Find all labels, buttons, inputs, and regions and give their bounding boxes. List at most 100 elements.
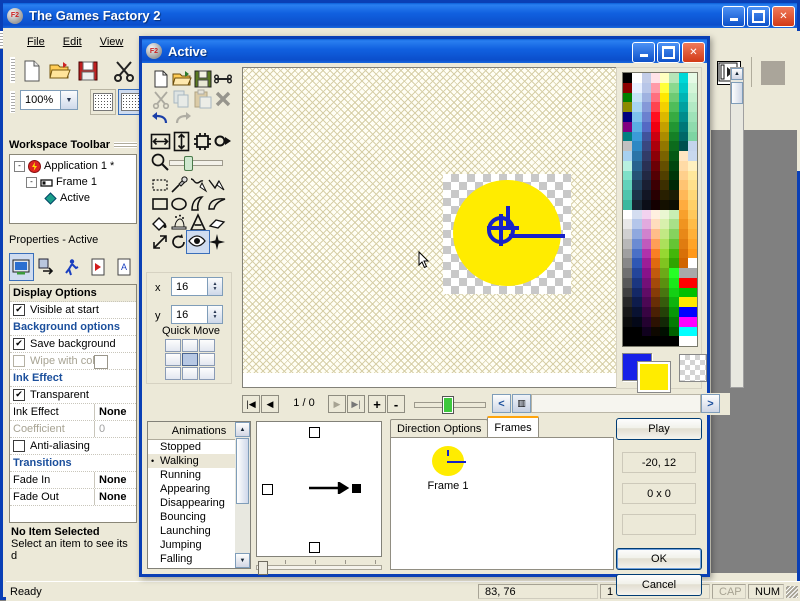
frame-thumbnail-item[interactable]: Frame 1	[413, 446, 483, 492]
property-wipe-with-color[interactable]: Wipe with color	[10, 353, 136, 370]
import-icon[interactable]	[213, 69, 233, 89]
color-swatch-9-0[interactable]	[623, 160, 633, 171]
checkbox-icon[interactable]: ✔	[13, 304, 25, 316]
color-swatch-11-3[interactable]	[650, 180, 660, 190]
ok-button[interactable]: OK	[616, 548, 702, 570]
color-swatch-4-3[interactable]	[650, 112, 660, 122]
flip-horizontal-icon[interactable]	[150, 131, 171, 151]
color-swatch-2-5[interactable]	[669, 92, 679, 103]
color-swatch-4-1[interactable]	[632, 112, 642, 122]
tab-size-position[interactable]	[35, 253, 60, 281]
color-swatch-26-6[interactable]	[678, 326, 688, 337]
color-swatch-5-5[interactable]	[669, 121, 679, 132]
color-swatch-22-0[interactable]	[623, 287, 633, 298]
quick-move-cell-4[interactable]	[182, 353, 198, 366]
color-swatch-7-0[interactable]	[623, 141, 633, 151]
transparent-color-swatch[interactable]	[679, 354, 707, 382]
color-swatch-11-1[interactable]	[632, 180, 642, 190]
color-swatch-18-7[interactable]	[687, 248, 697, 259]
color-swatch-10-4[interactable]	[660, 170, 670, 181]
rotate-icon[interactable]	[213, 131, 233, 151]
color-swatch-19-3[interactable]	[650, 258, 660, 268]
menubar-grip[interactable]	[0, 31, 3, 49]
last-frame-icon[interactable]: ▶|	[347, 395, 365, 413]
sprite-area[interactable]	[443, 174, 571, 294]
color-swatch-1-6[interactable]	[678, 82, 688, 93]
color-swatch-8-3[interactable]	[650, 151, 660, 161]
new-file-icon[interactable]	[20, 59, 44, 83]
canvas-background[interactable]	[243, 68, 679, 373]
workspace-tree[interactable]: - Application 1 * - Frame 1 Active	[9, 154, 137, 224]
maximize-icon[interactable]	[657, 42, 680, 63]
color-swatch-10-3[interactable]	[650, 170, 660, 181]
color-swatch-2-4[interactable]	[660, 92, 670, 103]
add-frame-button[interactable]: +	[368, 395, 386, 413]
color-swatch-26-2[interactable]	[641, 326, 651, 337]
quick-move-grid[interactable]	[165, 339, 217, 380]
color-swatch-24-5[interactable]	[669, 307, 679, 317]
color-swatch-7-4[interactable]	[660, 141, 670, 151]
color-swatch-2-7[interactable]	[687, 92, 697, 103]
color-swatch-17-6[interactable]	[678, 238, 688, 249]
crop-icon[interactable]	[192, 131, 212, 151]
color-swatch-25-5[interactable]	[669, 316, 679, 327]
animations-list[interactable]: Animations Stopped • Walking Running Appe…	[147, 421, 251, 569]
color-swatch-14-1[interactable]	[632, 209, 642, 220]
frames-pane[interactable]: Frame 1	[390, 437, 614, 570]
color-swatch-26-3[interactable]	[650, 326, 660, 337]
tab-text[interactable]: A	[111, 253, 136, 281]
color-swatch-0-0[interactable]	[623, 73, 633, 83]
color-swatch-2-2[interactable]	[641, 92, 651, 103]
color-swatch-9-7[interactable]	[687, 160, 697, 171]
color-swatch-27-1[interactable]	[632, 336, 642, 346]
tree-item-application[interactable]: - Application 1 *	[12, 158, 134, 174]
direction-speed-slider[interactable]	[256, 560, 382, 575]
color-swatch-25-6[interactable]	[678, 316, 688, 327]
color-swatch-24-4[interactable]	[660, 307, 670, 317]
color-swatch-19-2[interactable]	[641, 258, 651, 268]
animations-scrollbar[interactable]: ▲ ▼	[235, 422, 250, 568]
color-swatch-16-2[interactable]	[641, 229, 651, 239]
color-swatch-20-7[interactable]	[687, 268, 697, 278]
color-swatch-7-7[interactable]	[687, 141, 697, 151]
expander-icon[interactable]: -	[26, 176, 37, 188]
color-swatch-8-1[interactable]	[632, 151, 642, 161]
property-fade-out[interactable]: Fade Out None	[10, 489, 136, 506]
zoom-slider-thumb[interactable]	[184, 156, 193, 171]
frame-editor-workarea[interactable]	[711, 130, 797, 573]
color-swatch-11-7[interactable]	[687, 180, 697, 190]
color-swatch-0-5[interactable]	[669, 73, 679, 83]
color-swatch-22-3[interactable]	[650, 287, 660, 298]
color-swatch-2-3[interactable]	[650, 92, 660, 103]
direction-handle-top[interactable]	[309, 427, 320, 438]
color-swatch-26-5[interactable]	[669, 326, 679, 337]
color-swatch-1-3[interactable]	[650, 82, 660, 93]
color-swatch-19-0[interactable]	[623, 258, 633, 268]
color-swatch-23-4[interactable]	[660, 297, 670, 307]
color-swatch-7-3[interactable]	[650, 141, 660, 151]
color-swatch-23-7[interactable]	[687, 297, 697, 307]
color-swatch-14-4[interactable]	[660, 209, 670, 220]
color-swatch-17-7[interactable]	[687, 238, 697, 249]
scroll-up-icon[interactable]: ▲	[731, 68, 743, 80]
color-swatch-3-5[interactable]	[669, 102, 679, 112]
color-swatch-12-0[interactable]	[623, 190, 633, 200]
property-anti-aliasing[interactable]: Anti-aliasing	[10, 438, 136, 455]
quick-move-cell-5[interactable]	[199, 353, 215, 366]
cancel-button[interactable]: Cancel	[616, 574, 702, 596]
first-frame-icon[interactable]: |◀	[242, 395, 260, 413]
color-swatch-4-4[interactable]	[660, 112, 670, 122]
color-swatch-18-0[interactable]	[623, 248, 633, 259]
expander-icon[interactable]: -	[14, 160, 25, 172]
grid-snap-icon[interactable]	[90, 89, 116, 115]
color-swatch-5-2[interactable]	[641, 121, 651, 132]
curve-icon[interactable]	[188, 194, 208, 214]
color-swatch-24-0[interactable]	[623, 307, 633, 317]
color-swatch-14-2[interactable]	[641, 209, 651, 220]
color-swatch-2-6[interactable]	[678, 92, 688, 103]
color-swatch-20-6[interactable]	[678, 268, 688, 278]
scroll-thumb-icon[interactable]: ▥	[512, 394, 531, 413]
quick-move-cell-7[interactable]	[182, 367, 198, 380]
color-swatch-0-2[interactable]	[641, 73, 651, 83]
x-input[interactable]: 16 ▲ ▼	[171, 277, 223, 296]
